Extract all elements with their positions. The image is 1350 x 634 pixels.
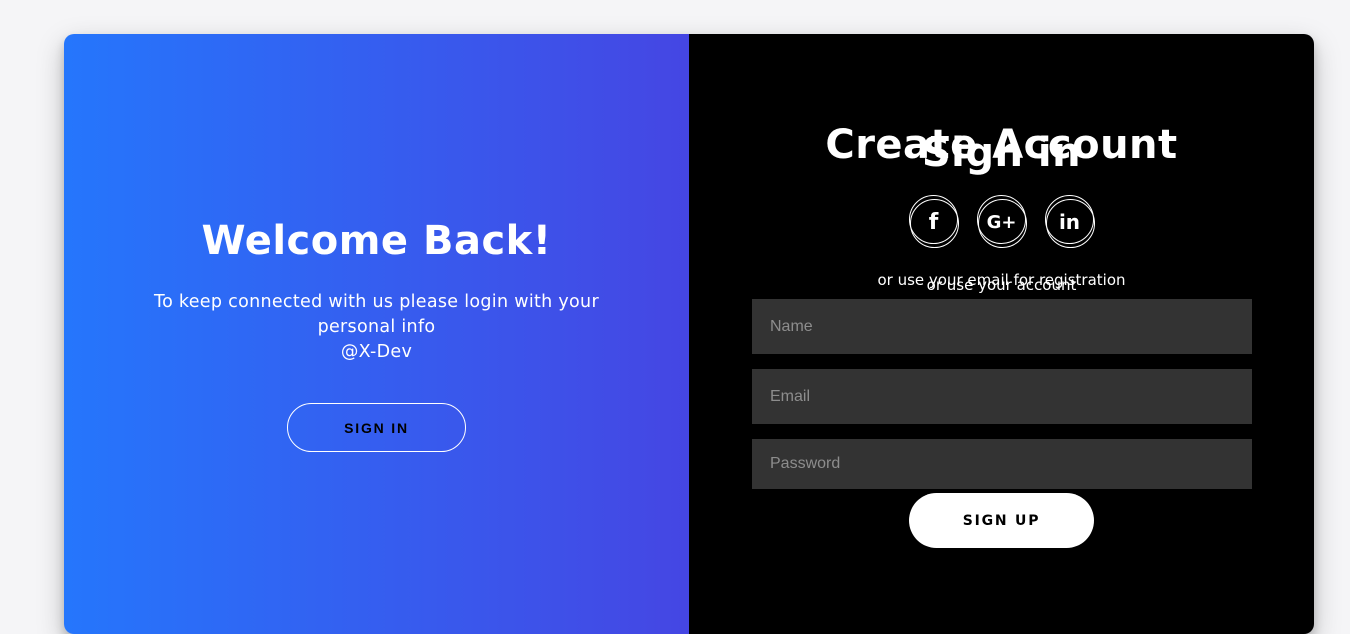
sign-in-button[interactable]: SIGN IN: [287, 403, 466, 452]
email-field[interactable]: [752, 369, 1252, 424]
linkedin-icon: in: [1058, 210, 1081, 234]
facebook-link[interactable]: f: [908, 195, 959, 249]
sign-up-button[interactable]: SIGN UP: [909, 493, 1094, 548]
social-links: f G+ in: [689, 195, 1314, 249]
google-plus-link[interactable]: G+: [976, 195, 1027, 249]
welcome-title: Welcome Back!: [201, 218, 552, 264]
password-field[interactable]: [752, 439, 1252, 489]
form-panel: Create Account Sign in f G+ in or use yo…: [689, 34, 1314, 634]
signin-subtitle: or use your account: [926, 276, 1077, 294]
sign-in-title: Sign in: [921, 130, 1082, 176]
welcome-handle: @X-Dev: [340, 342, 413, 362]
welcome-message-text: To keep connected with us please login w…: [154, 292, 599, 337]
google-plus-icon: G+: [986, 211, 1017, 233]
welcome-message: To keep connected with us please login w…: [139, 290, 614, 365]
name-field[interactable]: [752, 299, 1252, 354]
overlay-panel: Welcome Back! To keep connected with us …: [64, 34, 689, 634]
linkedin-link[interactable]: in: [1044, 195, 1095, 249]
facebook-icon: f: [928, 209, 939, 235]
auth-card: Welcome Back! To keep connected with us …: [64, 34, 1314, 634]
